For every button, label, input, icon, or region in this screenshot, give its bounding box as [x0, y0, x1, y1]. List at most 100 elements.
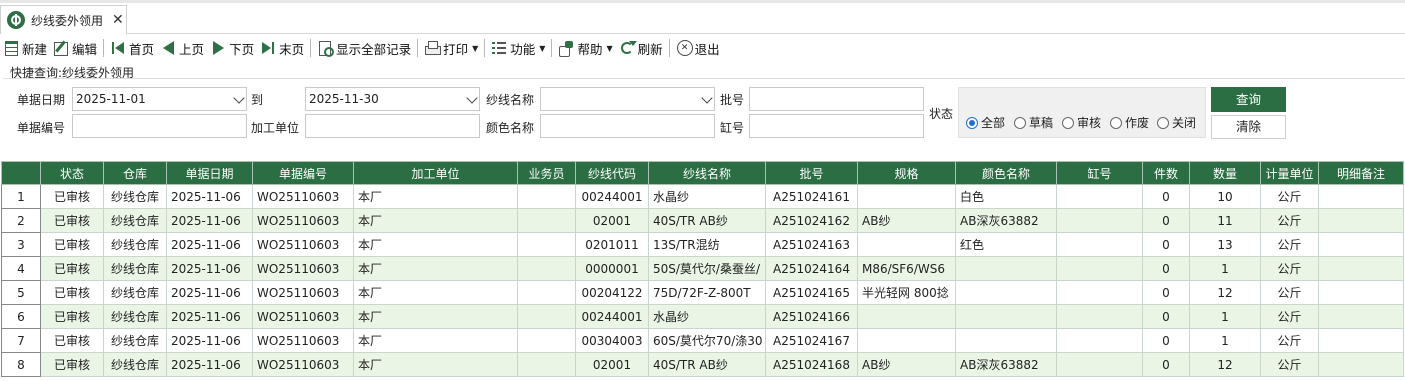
yarn-name-cell[interactable]: 75D/72F-Z-800T	[648, 280, 766, 305]
spec-cell[interactable]	[857, 232, 956, 257]
pieces-cell[interactable]: 0	[1142, 280, 1190, 305]
yarn-code-cell[interactable]: 00204122	[575, 280, 649, 305]
table-row[interactable]: 2 已审核 纱线仓库 2025-11-06 WO25110603 本厂 02001 40S/T…	[1, 208, 1404, 233]
process-unit-cell[interactable]: 本厂	[353, 304, 518, 329]
salesperson-cell[interactable]	[517, 352, 576, 377]
pieces-cell[interactable]: 0	[1142, 256, 1190, 281]
next-page-button[interactable]: 下页	[207, 37, 257, 59]
unit-cell[interactable]: 公斤	[1260, 256, 1319, 281]
date-from-select[interactable]: 2025-11-01	[72, 87, 247, 111]
process-unit-cell[interactable]: 本厂	[353, 184, 518, 209]
salesperson-cell[interactable]	[517, 184, 576, 209]
remark-cell[interactable]	[1318, 184, 1404, 209]
pieces-cell[interactable]: 0	[1142, 232, 1190, 257]
process-unit-input[interactable]	[305, 114, 480, 138]
vat-no-cell[interactable]	[1056, 304, 1143, 329]
color-name-cell[interactable]: 白色	[955, 184, 1057, 209]
salesperson-cell[interactable]	[517, 280, 576, 305]
warehouse-cell[interactable]: 纱线仓库	[103, 208, 167, 233]
batch-no-header[interactable]: 批号	[765, 161, 858, 185]
table-row[interactable]: 5 已审核 纱线仓库 2025-11-06 WO25110603 本厂 00204122 75…	[1, 280, 1404, 305]
refresh-button[interactable]: 刷新	[616, 37, 666, 59]
vat-no-cell[interactable]	[1056, 232, 1143, 257]
quantity-header[interactable]: 数量	[1189, 161, 1261, 185]
salesperson-header[interactable]: 业务员	[517, 161, 576, 185]
status-cell[interactable]: 已审核	[40, 304, 104, 329]
row-number[interactable]: 6	[1, 304, 41, 329]
salesperson-cell[interactable]	[517, 232, 576, 257]
vat-no-header[interactable]: 缸号	[1056, 161, 1143, 185]
yarn-name-header[interactable]: 纱线名称	[648, 161, 766, 185]
color-name-cell[interactable]	[955, 256, 1057, 281]
new-button[interactable]: 新建	[0, 37, 50, 59]
vat-no-cell[interactable]	[1056, 184, 1143, 209]
doc-date-cell[interactable]: 2025-11-06	[166, 256, 253, 281]
unit-cell[interactable]: 公斤	[1260, 328, 1319, 353]
unit-header[interactable]: 计量单位	[1260, 161, 1319, 185]
spec-cell[interactable]: M86/SF6/WS6	[857, 256, 956, 281]
unit-cell[interactable]: 公斤	[1260, 352, 1319, 377]
doc-no-cell[interactable]: WO25110603	[252, 328, 354, 353]
salesperson-cell[interactable]	[517, 208, 576, 233]
spec-cell[interactable]: 半光轻网 800捻	[857, 280, 956, 305]
spec-cell[interactable]	[857, 184, 956, 209]
exit-button[interactable]: 退出	[673, 37, 723, 59]
yarn-name-cell[interactable]: 50S/莫代尔/桑蚕丝/	[648, 256, 766, 281]
date-to-select[interactable]: 2025-11-30	[305, 87, 480, 111]
doc-no-cell[interactable]: WO25110603	[252, 184, 354, 209]
batch-no-cell[interactable]: A251024167	[765, 328, 858, 353]
batch-no-cell[interactable]: A251024163	[765, 232, 858, 257]
unit-cell[interactable]: 公斤	[1260, 304, 1319, 329]
warehouse-header[interactable]: 仓库	[103, 161, 167, 185]
vat-no-cell[interactable]	[1056, 208, 1143, 233]
doc-no-cell[interactable]: WO25110603	[252, 256, 354, 281]
yarn-code-cell[interactable]: 00304003	[575, 328, 649, 353]
color-name-cell[interactable]: AB深灰63882	[955, 352, 1057, 377]
batch-no-cell[interactable]: A251024168	[765, 352, 858, 377]
process-unit-header[interactable]: 加工单位	[353, 161, 518, 185]
status-cell[interactable]: 已审核	[40, 280, 104, 305]
warehouse-cell[interactable]: 纱线仓库	[103, 256, 167, 281]
yarn-name-cell[interactable]: 13S/TR混纺	[648, 232, 766, 257]
warehouse-cell[interactable]: 纱线仓库	[103, 280, 167, 305]
doc-date-header[interactable]: 单据日期	[166, 161, 253, 185]
color-name-cell[interactable]	[955, 304, 1057, 329]
pieces-header[interactable]: 件数	[1142, 161, 1190, 185]
spec-cell[interactable]	[857, 328, 956, 353]
color-name-cell[interactable]: 红色	[955, 232, 1057, 257]
status-radio-closed[interactable]: 关闭	[1157, 114, 1196, 131]
process-unit-cell[interactable]: 本厂	[353, 280, 518, 305]
table-row[interactable]: 6 已审核 纱线仓库 2025-11-06 WO25110603 本厂 00244001 水晶…	[1, 304, 1404, 329]
status-cell[interactable]: 已审核	[40, 232, 104, 257]
vat-no-cell[interactable]	[1056, 328, 1143, 353]
vat-no-cell[interactable]	[1056, 352, 1143, 377]
table-row[interactable]: 3 已审核 纱线仓库 2025-11-06 WO25110603 本厂 0201011 13S…	[1, 232, 1404, 257]
status-cell[interactable]: 已审核	[40, 328, 104, 353]
edit-button[interactable]: 编辑	[50, 37, 100, 59]
remark-cell[interactable]	[1318, 352, 1404, 377]
last-page-button[interactable]: 末页	[257, 37, 307, 59]
table-row[interactable]: 8 已审核 纱线仓库 2025-11-06 WO25110603 本厂 02001 40S/T…	[1, 352, 1404, 377]
yarn-code-cell[interactable]: 0201011	[575, 232, 649, 257]
clear-button[interactable]: 清除	[1211, 115, 1286, 139]
doc-date-cell[interactable]: 2025-11-06	[166, 184, 253, 209]
doc-no-cell[interactable]: WO25110603	[252, 232, 354, 257]
table-row[interactable]: 1 已审核 纱线仓库 2025-11-06 WO25110603 本厂 00244001 水晶…	[1, 184, 1404, 209]
batch-no-cell[interactable]: A251024161	[765, 184, 858, 209]
remark-cell[interactable]	[1318, 208, 1404, 233]
show-all-records-button[interactable]: 显示全部记录	[314, 37, 414, 59]
batch-no-cell[interactable]: A251024162	[765, 208, 858, 233]
yarn-name-cell[interactable]: 40S/TR AB纱	[648, 208, 766, 233]
process-unit-cell[interactable]: 本厂	[353, 352, 518, 377]
doc-no-cell[interactable]: WO25110603	[252, 208, 354, 233]
doc-date-cell[interactable]: 2025-11-06	[166, 280, 253, 305]
close-icon[interactable]: ✕	[112, 12, 124, 28]
status-cell[interactable]: 已审核	[40, 256, 104, 281]
doc-no-cell[interactable]: WO25110603	[252, 304, 354, 329]
doc-no-input[interactable]	[72, 114, 247, 138]
pieces-cell[interactable]: 0	[1142, 328, 1190, 353]
pieces-cell[interactable]: 0	[1142, 208, 1190, 233]
row-number[interactable]: 4	[1, 256, 41, 281]
yarn-code-cell[interactable]: 02001	[575, 352, 649, 377]
color-name-cell[interactable]	[955, 280, 1057, 305]
